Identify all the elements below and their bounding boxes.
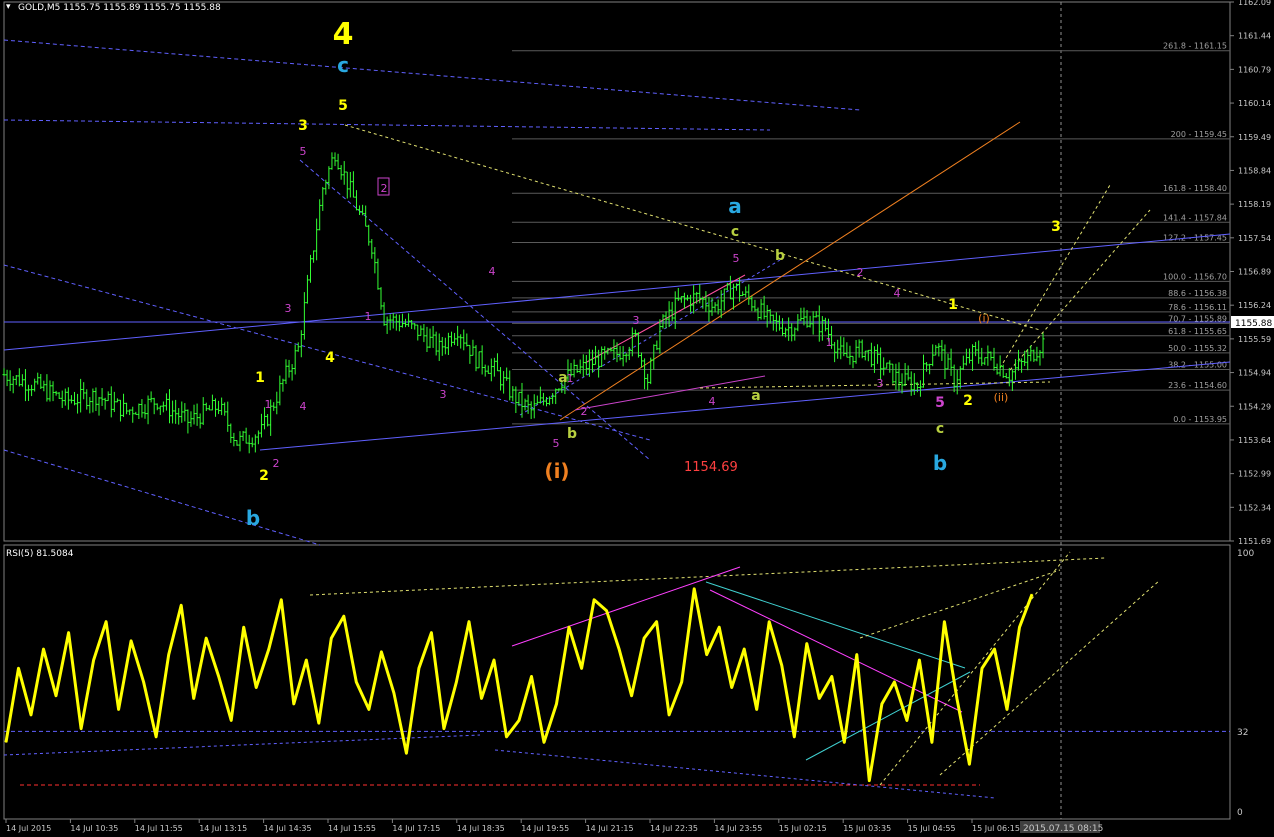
- wave-label: 5: [553, 437, 560, 450]
- wave-label: b: [567, 426, 577, 442]
- time-tick-label: 14 Jul 18:35: [457, 824, 505, 833]
- wave-label: 4: [709, 395, 716, 408]
- price-tick-label: 1153.64: [1238, 436, 1271, 445]
- time-tick-label: 14 Jul 14:35: [264, 824, 312, 833]
- fib-level-label: 88.6 - 1156.38: [1168, 289, 1227, 298]
- price-tick-label: 1162.09: [1238, 0, 1271, 7]
- wave-label: (ii): [994, 391, 1009, 404]
- wave-label: 2: [857, 266, 864, 279]
- rsi-header: RSI(5) 81.5084: [6, 549, 74, 559]
- wave-label: 1: [948, 297, 958, 313]
- time-tick-label: 14 Jul 13:15: [199, 824, 247, 833]
- wave-label: 2: [581, 405, 588, 418]
- wave-label: 5: [300, 145, 307, 158]
- time-tick-label: 14 Jul 22:35: [650, 824, 698, 833]
- wave-label: 5: [935, 395, 945, 411]
- price-tick-label: 1159.49: [1238, 133, 1271, 142]
- wave-label: 3: [298, 118, 308, 134]
- time-tick-label: 14 Jul 17:15: [392, 824, 440, 833]
- wave-label: 3: [633, 314, 640, 327]
- wave-label: a: [728, 194, 742, 218]
- wave-label: 5: [733, 252, 740, 265]
- time-badge-text: 2015.07.15 08:15: [1023, 824, 1103, 833]
- fib-level-label: 161.8 - 1158.40: [1163, 184, 1227, 193]
- wave-label: b: [246, 506, 260, 530]
- rsi-level-32: 32: [1237, 728, 1248, 738]
- time-tick-label: 15 Jul 02:15: [779, 824, 827, 833]
- time-tick-label: 14 Jul 19:55: [521, 824, 569, 833]
- wave-label: 1: [265, 398, 272, 411]
- wave-label: 4: [489, 265, 496, 278]
- fib-level-label: 200 - 1159.45: [1171, 130, 1227, 139]
- wave-label: 1: [255, 370, 265, 386]
- price-tick-label: 1152.34: [1238, 503, 1271, 512]
- wave-label: 2: [273, 457, 280, 470]
- rsi-level-0: 0: [1237, 808, 1243, 818]
- wave-label: 5: [338, 98, 348, 114]
- wave-label: b: [775, 248, 785, 264]
- time-tick-label: 15 Jul 06:15: [972, 824, 1020, 833]
- annotation-price: 1154.69: [684, 460, 738, 475]
- time-tick-label: 14 Jul 10:35: [70, 824, 118, 833]
- fib-level-label: 23.6 - 1154.60: [1168, 381, 1227, 390]
- price-tick-label: 1154.94: [1238, 369, 1271, 378]
- wave-label: b: [933, 451, 947, 475]
- wave-label: 3: [440, 388, 447, 401]
- time-tick-label: 14 Jul 21:15: [586, 824, 634, 833]
- price-tick-label: 1156.24: [1238, 301, 1271, 310]
- wave-label: a: [751, 388, 760, 404]
- price-tick-label: 1154.29: [1238, 402, 1271, 411]
- fib-level-label: 50.0 - 1155.32: [1168, 344, 1227, 353]
- wave-label: 4: [325, 350, 335, 366]
- time-tick-label: 15 Jul 04:55: [908, 824, 956, 833]
- price-tick-label: 1156.89: [1238, 268, 1271, 277]
- price-tick-label: 1152.99: [1238, 470, 1271, 479]
- chart-canvas: 261.8 - 1161.15 200 - 1159.45 161.8 - 1158…: [0, 0, 1274, 834]
- wave-label: (i): [544, 459, 569, 483]
- fib-level-label: 0.0 - 1153.95: [1173, 415, 1227, 424]
- wave-label: 1: [826, 336, 833, 349]
- time-tick-label: 14 Jul 15:55: [328, 824, 376, 833]
- rsi-level-100: 100: [1237, 549, 1254, 559]
- fib-level-label: 100.0 - 1156.70: [1163, 272, 1227, 281]
- price-tick-label: 1161.44: [1238, 32, 1271, 41]
- wave-label: 1: [365, 310, 372, 323]
- time-tick-label: 14 Jul 2015: [6, 824, 51, 833]
- price-tick-label: 1157.54: [1238, 234, 1271, 243]
- wave-label: c: [731, 224, 739, 240]
- wave-label: 4: [300, 400, 307, 413]
- time-tick-label: 14 Jul 23:55: [714, 824, 762, 833]
- time-tick-label: 15 Jul 03:35: [843, 824, 891, 833]
- fib-level-label: 261.8 - 1161.15: [1163, 42, 1227, 51]
- current-price: 1155.88: [1235, 319, 1272, 329]
- fib-level-label: 78.6 - 1156.11: [1168, 303, 1227, 312]
- wave-label: 2: [381, 182, 388, 195]
- price-tick-label: 1158.84: [1238, 166, 1271, 175]
- wave-label: 4: [333, 17, 354, 52]
- main-header-arrow: ▾: [6, 2, 11, 12]
- price-tick-label: 1160.14: [1238, 99, 1271, 108]
- wave-label: 2: [963, 393, 973, 409]
- wave-label: 3: [285, 302, 292, 315]
- main-header: GOLD,M5 1155.75 1155.89 1155.75 1155.88: [18, 3, 221, 13]
- price-tick-label: 1160.79: [1238, 65, 1271, 74]
- wave-label: c: [337, 53, 349, 77]
- fib-level-label: 141.4 - 1157.84: [1163, 213, 1227, 222]
- wave-label: 3: [1051, 219, 1061, 235]
- wave-label: 4: [894, 287, 901, 300]
- price-tick-label: 1151.69: [1238, 537, 1271, 546]
- wave-label: 3: [877, 377, 884, 390]
- wave-label: 2: [259, 468, 269, 484]
- wave-label: 1: [567, 372, 574, 385]
- wave-label: c: [936, 421, 944, 437]
- wave-label: (i): [978, 312, 990, 325]
- price-tick-label: 1155.59: [1238, 335, 1271, 344]
- time-tick-label: 14 Jul 11:55: [135, 824, 183, 833]
- chart-window: 261.8 - 1161.15 200 - 1159.45 161.8 - 1158…: [0, 0, 1274, 834]
- fib-level-label: 61.8 - 1155.65: [1168, 327, 1227, 336]
- price-tick-label: 1158.19: [1238, 200, 1271, 209]
